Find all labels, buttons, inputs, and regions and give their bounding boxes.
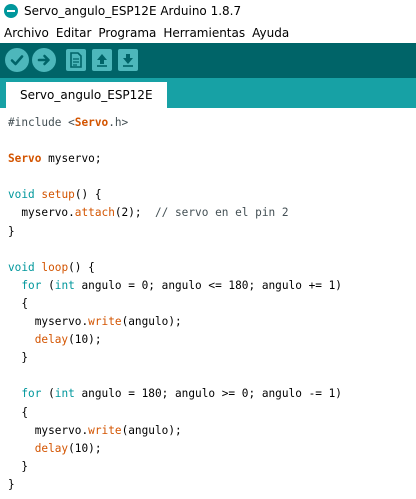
code-line: for (int angulo = 0; angulo <= 180; angu… (8, 277, 342, 295)
code-token: Servo (8, 152, 42, 166)
code-token: myservo. (8, 315, 89, 329)
save-icon (123, 54, 133, 67)
code-token: { (8, 296, 29, 310)
code-token: // servo en el pin 2 (154, 206, 289, 220)
upload-button[interactable] (32, 48, 56, 72)
code-token: angulo = 0; angulo <= 180; angulo += 1) (74, 278, 342, 292)
code-token: (2); (114, 206, 155, 220)
code-token: setup (41, 188, 75, 202)
code-token: for (21, 278, 42, 292)
code-token: } (8, 477, 15, 491)
code-token: for (21, 387, 42, 401)
code-token: } (8, 351, 29, 365)
menu-archivo[interactable]: Archivo (0, 26, 52, 40)
code-line: Servo myservo; (8, 150, 342, 168)
code-token: } (8, 224, 15, 238)
arduino-logo-icon (4, 4, 18, 18)
code-line: myservo.write(angulo); (8, 422, 342, 440)
title-bar: Servo_angulo_ESP12E Arduino 1.8.7 (0, 0, 416, 23)
code-editor[interactable]: #include <Servo.h> Servo myservo; void set… (0, 108, 416, 499)
verify-button[interactable] (5, 48, 29, 72)
code-token: delay (34, 441, 69, 455)
menu-ayuda[interactable]: Ayuda (248, 26, 292, 40)
code-line: delay(10); (8, 440, 342, 458)
code-line: } (8, 476, 342, 494)
code-line: } (8, 349, 342, 367)
upload-icon (37, 54, 50, 66)
code-token: Servo (74, 116, 109, 129)
code-token: void (8, 188, 35, 202)
code-token: (10); (68, 441, 102, 455)
open-button[interactable] (92, 49, 112, 71)
new-sketch-button[interactable] (66, 49, 86, 71)
code-token: int (54, 387, 75, 401)
code-line: } (8, 458, 342, 476)
code-token: ( (41, 278, 55, 292)
save-button[interactable] (118, 49, 138, 71)
code-token: loop (41, 260, 69, 274)
code-token: angulo = 180; angulo >= 0; angulo -= 1) (74, 387, 342, 401)
code-line: void loop() { (8, 259, 342, 277)
code-token: attach (74, 206, 115, 220)
code-token: write (88, 315, 122, 329)
code-token: () { (74, 188, 102, 202)
code-text[interactable]: #include <Servo.h> Servo myservo; void set… (8, 114, 342, 494)
code-token: myservo. (8, 423, 89, 437)
code-token: (angulo); (121, 423, 182, 437)
code-token: .h> (108, 116, 129, 129)
open-icon (97, 54, 107, 67)
code-line: { (8, 404, 342, 422)
new-sketch-icon (70, 52, 82, 68)
verify-icon (10, 55, 24, 66)
code-token: #include < (8, 116, 75, 129)
tab-servo-angulo[interactable]: Servo_angulo_ESP12E (6, 82, 167, 108)
code-token: myservo; (41, 152, 102, 166)
toolbar (0, 43, 416, 78)
code-line: delay(10); (8, 331, 342, 349)
code-token: (10); (68, 333, 102, 347)
tab-strip: Servo_angulo_ESP12E (0, 78, 416, 108)
code-token: delay (34, 333, 69, 347)
code-token: ( (41, 387, 55, 401)
code-line: myservo.write(angulo); (8, 313, 342, 331)
code-line: myservo.attach(2); // servo en el pin 2 (8, 204, 342, 222)
code-token: write (88, 423, 122, 437)
code-line: #include <Servo.h> (8, 114, 342, 132)
code-line: for (int angulo = 180; angulo >= 0; angu… (8, 385, 342, 403)
code-line: { (8, 295, 342, 313)
code-token: myservo. (8, 206, 75, 220)
code-token: } (8, 459, 29, 473)
code-token: (angulo); (121, 315, 182, 329)
menu-editar[interactable]: Editar (52, 26, 95, 40)
window-title: Servo_angulo_ESP12E Arduino 1.8.7 (24, 4, 242, 18)
code-token: void (8, 260, 35, 274)
menu-bar: Archivo Editar Programa Herramientas Ayu… (0, 23, 416, 43)
menu-programa[interactable]: Programa (94, 26, 159, 40)
code-token: int (54, 278, 75, 292)
code-token: { (8, 405, 29, 419)
code-line: void setup() { (8, 186, 342, 204)
code-line: } (8, 223, 342, 241)
code-token: () { (68, 260, 95, 274)
menu-herramientas[interactable]: Herramientas (159, 26, 248, 40)
